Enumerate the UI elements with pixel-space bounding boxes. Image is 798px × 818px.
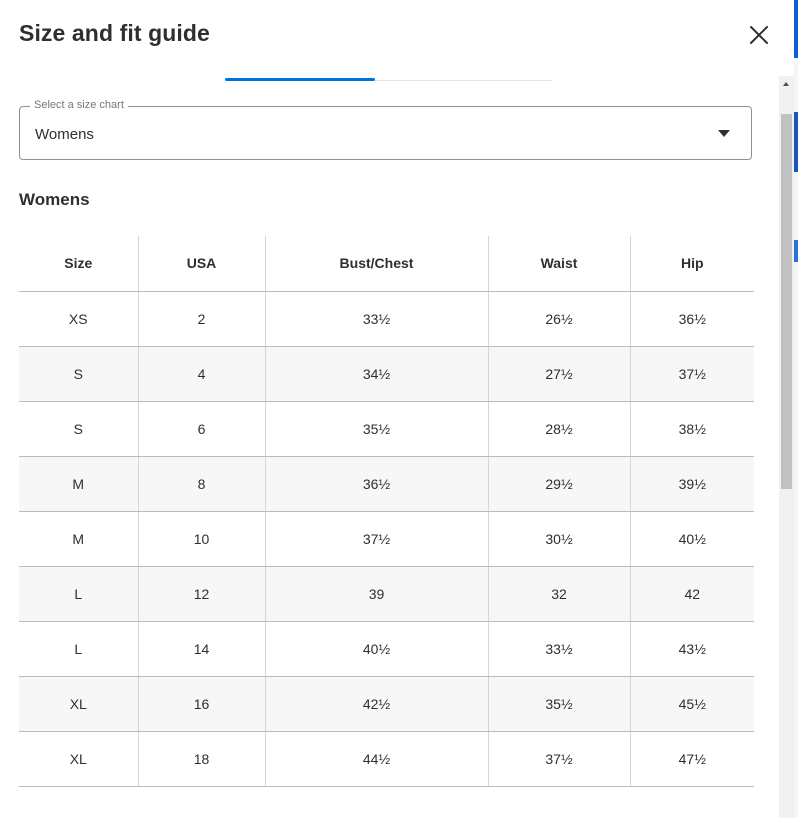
table-cell: S	[19, 401, 139, 457]
scrollbar[interactable]	[779, 76, 794, 818]
table-cell: 10	[138, 511, 266, 567]
table-cell: 37½	[630, 346, 754, 402]
table-cell: 35½	[265, 401, 489, 457]
table-row: M 10 37½ 30½ 40½	[19, 511, 754, 567]
table-cell: 34½	[265, 346, 489, 402]
table-cell: 14	[138, 621, 266, 677]
table-cell: 6	[138, 401, 266, 457]
table-cell: 40½	[630, 511, 754, 567]
size-chart-select[interactable]: Select a size chart Womens	[19, 99, 752, 160]
table-row: S 4 34½ 27½ 37½	[19, 346, 754, 402]
chevron-down-icon[interactable]	[718, 130, 730, 137]
table-cell: M	[19, 511, 139, 567]
table-cell: XL	[19, 731, 139, 787]
background-header-block	[794, 0, 798, 58]
table-row: XL 16 42½ 35½ 45½	[19, 676, 754, 732]
background-page	[794, 0, 798, 818]
table-row: M 8 36½ 29½ 39½	[19, 456, 754, 512]
table-header-row: Size USA Bust/Chest Waist Hip	[19, 236, 754, 292]
table-cell: 39	[265, 566, 489, 622]
column-header-hip: Hip	[630, 236, 754, 292]
close-button[interactable]	[746, 22, 772, 48]
table-cell: 47½	[630, 731, 754, 787]
table-cell: S	[19, 346, 139, 402]
background-block	[794, 240, 798, 262]
table-cell: 37½	[488, 731, 631, 787]
modal-title: Size and fit guide	[19, 20, 210, 46]
size-guide-modal: Size and fit guide Select a size chart W…	[0, 0, 794, 818]
table-cell: L	[19, 621, 139, 677]
size-chart-select-value[interactable]: Womens	[35, 126, 94, 143]
table-cell: 39½	[630, 456, 754, 512]
table-cell: 4	[138, 346, 266, 402]
table-cell: M	[19, 456, 139, 512]
table-cell: 16	[138, 676, 266, 732]
table-cell: 36½	[265, 456, 489, 512]
table-cell: 45½	[630, 676, 754, 732]
table-cell: L	[19, 566, 139, 622]
column-header-size: Size	[19, 236, 139, 292]
table-cell: 29½	[488, 456, 631, 512]
table-cell: 30½	[488, 511, 631, 567]
table-cell: 43½	[630, 621, 754, 677]
table-cell: 37½	[265, 511, 489, 567]
table-cell: 12	[138, 566, 266, 622]
close-icon	[750, 26, 768, 44]
table-cell: 2	[138, 291, 266, 347]
column-header-waist: Waist	[488, 236, 631, 292]
tab-bar	[225, 78, 552, 81]
tab-track	[375, 80, 552, 81]
table-row: L 12 39 32 42	[19, 566, 754, 622]
table-cell: 36½	[630, 291, 754, 347]
table-cell: 44½	[265, 731, 489, 787]
background-block	[794, 112, 798, 172]
table-cell: XL	[19, 676, 139, 732]
table-cell: 33½	[265, 291, 489, 347]
table-cell: 42	[630, 566, 754, 622]
scroll-up-arrow-icon[interactable]	[779, 76, 794, 93]
section-heading: Womens	[19, 190, 90, 209]
table-cell: 8	[138, 456, 266, 512]
table-row: XL 18 44½ 37½ 47½	[19, 731, 754, 787]
table-cell: XS	[19, 291, 139, 347]
column-header-bust-chest: Bust/Chest	[265, 236, 489, 292]
table-cell: 32	[488, 566, 631, 622]
table-cell: 27½	[488, 346, 631, 402]
scrollbar-thumb[interactable]	[781, 114, 792, 489]
size-table: Size USA Bust/Chest Waist Hip XS 2 33½ 2…	[19, 236, 754, 787]
table-row: XS 2 33½ 26½ 36½	[19, 291, 754, 347]
table-cell: 35½	[488, 676, 631, 732]
column-header-usa: USA	[138, 236, 266, 292]
tab-active-indicator[interactable]	[225, 78, 375, 81]
table-cell: 26½	[488, 291, 631, 347]
table-cell: 33½	[488, 621, 631, 677]
table-cell: 38½	[630, 401, 754, 457]
table-row: S 6 35½ 28½ 38½	[19, 401, 754, 457]
table-cell: 42½	[265, 676, 489, 732]
table-cell: 28½	[488, 401, 631, 457]
size-chart-select-label: Select a size chart	[30, 99, 128, 111]
table-cell: 18	[138, 731, 266, 787]
table-row: L 14 40½ 33½ 43½	[19, 621, 754, 677]
table-cell: 40½	[265, 621, 489, 677]
